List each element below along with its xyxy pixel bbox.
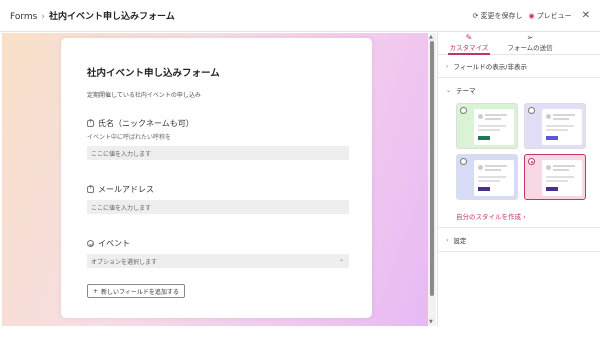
settings-label: 設定 (453, 237, 467, 245)
top-bar: Forms › 社内イベント申し込みフォーム ⟳ 変更を保存し ◉ プレビュー ✕ (0, 0, 600, 32)
scroll-down-icon[interactable]: ▼ (429, 319, 433, 325)
question-email[interactable]: メールアドレス ここに値を入力します (87, 184, 349, 214)
form-description[interactable]: 定期開催している社内イベントの申し込み (87, 90, 201, 99)
breadcrumb: Forms › 社内イベント申し込みフォーム (10, 9, 175, 22)
theme-accent-bar (478, 187, 490, 191)
create-own-style-link[interactable]: 自分のスタイルを作成 › (456, 211, 526, 221)
scrollbar-thumb[interactable] (430, 41, 434, 296)
bottom-bar (0, 326, 600, 340)
text-field-icon (87, 185, 94, 193)
question-email-label-row: メールアドレス (87, 184, 349, 195)
divider (438, 227, 600, 228)
tab-customize-label: カスタマイズ (449, 44, 489, 52)
add-field-button[interactable]: + 新しいフィールドを追加する (87, 284, 185, 298)
save-button-label: 変更を保存し (480, 11, 523, 20)
event-select[interactable]: オプションを選択します ⌄ (87, 254, 349, 268)
top-actions: ⟳ 変更を保存し ◉ プレビュー ✕ (473, 10, 590, 21)
canvas-scrollbar[interactable]: ▲ ▼ (428, 33, 436, 326)
scroll-up-icon[interactable]: ▲ (429, 34, 433, 40)
question-event[interactable]: イベント オプションを選択します ⌄ (87, 238, 349, 268)
theme-radio[interactable] (460, 107, 467, 114)
panel-tabs: ✎ カスタマイズ ➢ フォームの送信 (438, 33, 600, 55)
theme-preview (542, 109, 582, 145)
theme-option-pink-peach[interactable] (524, 154, 586, 200)
form-card: 社内イベント申し込みフォーム 定期開催している社内イベントの申し込み 氏名（ニッ… (61, 38, 372, 318)
theme-label: テーマ (456, 87, 476, 95)
theme-radio[interactable] (528, 107, 535, 114)
question-name[interactable]: 氏名（ニックネームも可） イベント中に呼ばれたい呼称を ここに値を入力します (87, 118, 349, 160)
chevron-right-icon: › (446, 62, 449, 70)
question-email-label: メールアドレス (98, 185, 154, 194)
theme-accent-bar (546, 136, 558, 140)
preview-button[interactable]: ◉ プレビュー (529, 11, 572, 21)
tab-send-form-label: フォームの送信 (507, 44, 553, 52)
theme-option-blue-purple[interactable] (456, 154, 518, 200)
form-title[interactable]: 社内イベント申し込みフォーム (87, 65, 220, 79)
choice-icon (87, 240, 94, 247)
question-event-label-row: イベント (87, 238, 349, 249)
save-button[interactable]: ⟳ 変更を保存し (473, 11, 523, 21)
add-field-button-label: 新しいフィールドを追加する (101, 288, 179, 296)
question-event-label: イベント (98, 239, 130, 248)
question-name-label: 氏名（ニックネームも可） (98, 119, 194, 128)
theme-preview (474, 160, 514, 196)
create-own-style-label: 自分のスタイルを作成 (456, 213, 521, 221)
breadcrumb-forms-link[interactable]: Forms (10, 12, 37, 22)
question-name-label-row: 氏名（ニックネームも可） (87, 118, 349, 129)
tab-customize[interactable]: ✎ カスタマイズ (444, 33, 494, 55)
sync-icon: ⟳ (472, 11, 479, 20)
form-canvas: 社内イベント申し込みフォーム 定期開催している社内イベントの申し込み 氏名（ニッ… (2, 33, 428, 326)
theme-preview (474, 109, 514, 145)
paintbrush-icon: ✎ (465, 33, 473, 42)
divider (438, 77, 600, 78)
theme-accent-bar (546, 187, 558, 191)
theme-radio[interactable] (528, 158, 535, 165)
theme-radio[interactable] (460, 158, 467, 165)
chevron-right-icon: › (446, 236, 449, 244)
theme-preview (542, 160, 582, 196)
eye-icon: ◉ (528, 11, 535, 20)
question-name-subtitle: イベント中に呼ばれたい呼称を (87, 134, 172, 141)
chevron-right-icon: › (523, 213, 526, 221)
customize-panel: ✎ カスタマイズ ➢ フォームの送信 › フィールドの表示/非表示 ⌄ テーマ (437, 33, 600, 326)
settings-section[interactable]: › 設定 (446, 235, 467, 246)
theme-section[interactable]: ⌄ テーマ (446, 85, 476, 96)
close-icon[interactable]: ✕ (582, 10, 590, 21)
breadcrumb-separator: › (41, 12, 45, 22)
preview-button-label: プレビュー (536, 11, 572, 20)
plus-icon: + (93, 287, 99, 295)
divider (438, 251, 600, 252)
email-input[interactable]: ここに値を入力します (87, 200, 349, 214)
field-visibility-label: フィールドの表示/非表示 (453, 63, 527, 71)
chevron-down-icon: ⌄ (446, 86, 452, 94)
event-select-value: オプションを選択します (91, 259, 158, 266)
field-visibility-section[interactable]: › フィールドの表示/非表示 (446, 61, 527, 72)
theme-option-lavender[interactable] (524, 103, 586, 149)
app-window: Forms › 社内イベント申し込みフォーム ⟳ 変更を保存し ◉ プレビュー ✕ … (0, 0, 600, 340)
send-icon: ➢ (526, 33, 534, 42)
page-title: 社内イベント申し込みフォーム (48, 12, 175, 22)
theme-option-green[interactable] (456, 103, 518, 149)
chevron-down-icon: ⌄ (338, 256, 344, 263)
theme-accent-bar (478, 136, 490, 140)
name-input[interactable]: ここに値を入力します (87, 146, 349, 160)
text-field-icon (87, 119, 94, 127)
tab-send-form[interactable]: ➢ フォームの送信 (500, 33, 560, 55)
